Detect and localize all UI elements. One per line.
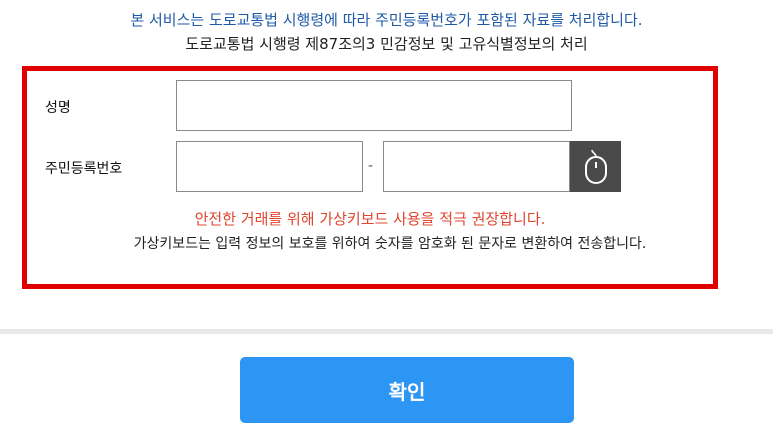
name-input[interactable] [176, 80, 572, 131]
legal-notice-primary: 본 서비스는 도로교통법 시행령에 따라 주민등록번호가 포함된 자료를 처리합… [130, 11, 643, 29]
resident-number-front-input[interactable] [176, 141, 363, 192]
mouse-icon [584, 149, 607, 184]
identity-form-box: 성명 주민등록번호 - 안전한 거래를 위해 가상키보드 사용을 적극 권장합니… [22, 66, 718, 289]
resident-number-label: 주민등록번호 [45, 161, 123, 177]
name-label: 성명 [45, 100, 71, 116]
legal-notice-secondary: 도로교통법 시행령 제87조의3 민감정보 및 고유식별정보의 처리 [185, 35, 588, 53]
virtual-keyboard-button[interactable] [570, 141, 621, 192]
virtual-keyboard-info: 가상키보드는 입력 정보의 보호를 위하여 숫자를 암호화 된 문자로 변환하여… [133, 236, 647, 252]
section-divider [0, 329, 773, 334]
resident-number-separator: - [368, 158, 374, 174]
identity-verification-page: 본 서비스는 도로교통법 시행령에 따라 주민등록번호가 포함된 자료를 처리합… [0, 0, 773, 440]
confirm-button[interactable]: 확인 [240, 357, 574, 423]
virtual-keyboard-recommendation: 안전한 거래를 위해 가상키보드 사용을 적극 권장합니다. [194, 210, 546, 228]
resident-number-back-input[interactable] [383, 141, 570, 192]
